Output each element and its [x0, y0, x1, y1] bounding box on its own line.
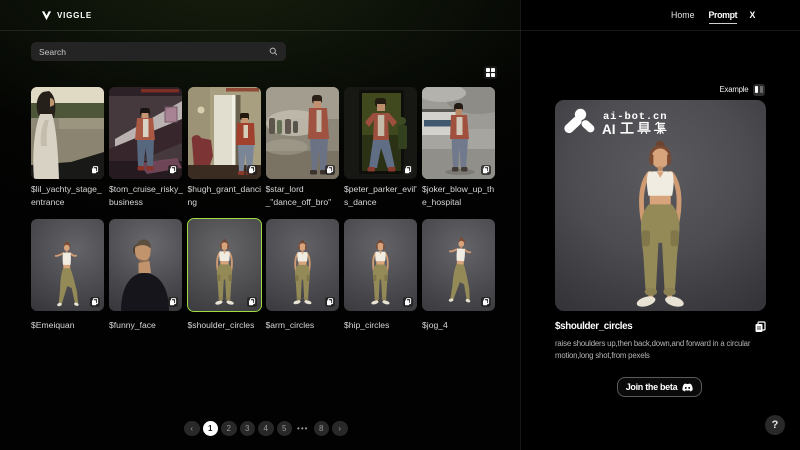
svg-text:AI: AI — [602, 122, 616, 137]
